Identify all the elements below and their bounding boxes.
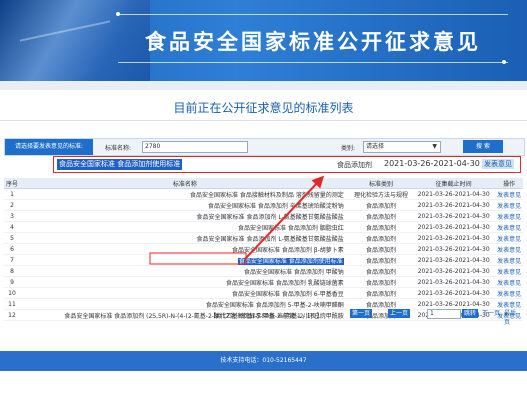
red-arrow-line — [244, 175, 325, 260]
row-highlight-box — [149, 252, 247, 265]
annotation-arrow — [149, 175, 325, 265]
